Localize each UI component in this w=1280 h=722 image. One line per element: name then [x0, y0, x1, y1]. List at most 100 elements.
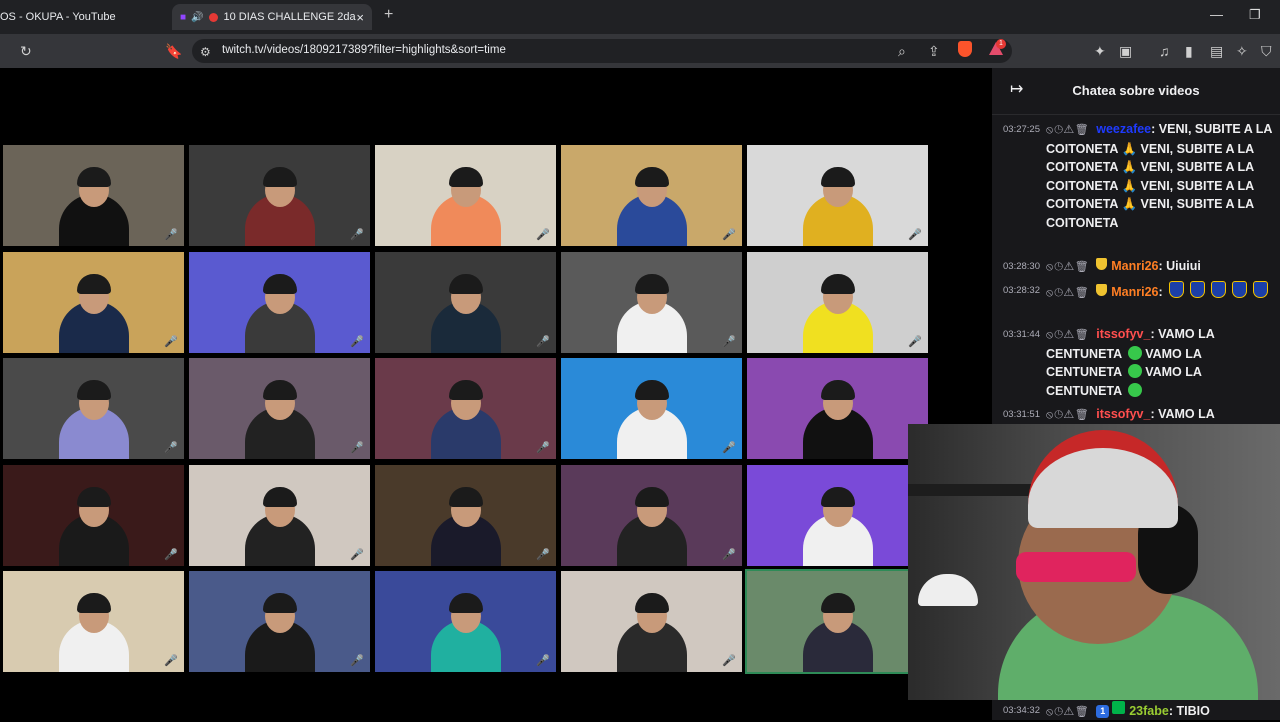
brave-shields-icon[interactable] [958, 41, 972, 57]
tab-twitch-active[interactable]: ■ 🔊 10 DIAS CHALLENGE 2da × [172, 4, 372, 30]
screenshot-icon[interactable]: ▣ [1119, 42, 1132, 60]
url-text: twitch.tv/videos/1809217389?filter=highl… [222, 44, 506, 56]
boca-emote-icon [1253, 281, 1269, 298]
recording-dot-icon [208, 12, 218, 22]
participant-video-tile: 🎤 [189, 251, 370, 353]
participant-video-tile: 🎤 [375, 145, 556, 246]
mod-actions-icon[interactable]: ⦸◷⚠🗑 [1046, 261, 1090, 273]
speaker-icon[interactable]: 🔊 [191, 12, 203, 23]
participant-video-tile: 🎤 [3, 358, 184, 459]
media-icon[interactable]: ♫ [1159, 42, 1170, 60]
extensions-icon[interactable]: ✦ [1094, 42, 1106, 60]
mic-muted-icon: 🎤 [722, 442, 736, 454]
participant-video-tile: 🎤 [747, 251, 928, 353]
mic-muted-icon: 🎤 [908, 229, 922, 241]
participant-video-tile: 🎤 [375, 571, 556, 672]
participant-video-tile: 🎤 [561, 145, 742, 246]
message-timestamp: 03:28:32 [1003, 285, 1040, 296]
mod-actions-icon[interactable]: ⦸◷⚠🗑 [1046, 706, 1090, 718]
participant-video-tile: 🎤 [375, 251, 556, 353]
boca-emote-icon [1211, 281, 1227, 298]
chat-username[interactable]: Manri26 [1111, 285, 1158, 299]
shield-badge-icon [1096, 284, 1108, 296]
prime-badge-icon [1112, 701, 1126, 714]
mic-muted-icon: 🎤 [536, 548, 550, 561]
rewards-badge: 1 [996, 39, 1006, 49]
mic-muted-icon: 🎤 [164, 548, 178, 561]
boca-emote-icon [1190, 281, 1206, 298]
browser-toolbar: ↻ 🔖 ⚙ twitch.tv/videos/1809217389?filter… [0, 34, 1280, 68]
bookmark-icon[interactable]: 🔖 [165, 42, 182, 60]
mic-muted-icon: 🎤 [722, 655, 736, 667]
chat-username[interactable]: weezafee [1096, 122, 1151, 136]
participant-video-tile: 🎤 [189, 571, 370, 672]
chat-header: ↦ Chatea sobre videos [992, 68, 1280, 115]
participant-video-tile: 🎤 [3, 571, 184, 672]
mic-muted-icon: 🎤 [536, 655, 550, 667]
reload-icon[interactable]: ↻ [20, 42, 32, 60]
mic-muted-icon: 🎤 [350, 548, 364, 561]
leo-icon[interactable]: ✧ [1236, 42, 1248, 60]
participant-video-tile: 🎤 [745, 569, 930, 674]
mod-actions-icon[interactable]: ⦸◷⚠🗑 [1046, 287, 1090, 299]
chat-title: Chatea sobre videos [1072, 83, 1200, 98]
minimize-icon[interactable]: — [1210, 7, 1223, 22]
participant-video-tile: 🎤 [561, 464, 742, 566]
streamer-webcam [908, 424, 1280, 700]
participant-video-tile: 🎤 [375, 464, 556, 566]
message-text: : TIBIO [1168, 704, 1210, 718]
message-text: : VAMO LA [1150, 407, 1215, 421]
sidebar-icon[interactable]: ▮ [1185, 42, 1193, 60]
mic-muted-icon: 🎤 [722, 335, 736, 348]
new-tab-button[interactable]: + [384, 6, 393, 24]
close-tab-icon[interactable]: × [356, 10, 364, 25]
chat-message-bottom: 03:34:32 ⦸◷⚠🗑 1 23fabe: TIBIO [992, 700, 1280, 720]
share-icon[interactable]: ⇪ [928, 42, 940, 60]
green-emote-icon [1128, 382, 1143, 397]
mic-muted-icon: 🎤 [722, 548, 736, 561]
mic-muted-icon: 🎤 [164, 335, 178, 348]
mic-muted-icon: 🎤 [722, 229, 736, 241]
subscriber-badge-icon: 1 [1096, 705, 1110, 718]
chat-username[interactable]: 23fabe [1129, 704, 1169, 718]
participant-video-tile: 🎤 [561, 251, 742, 353]
message-text: : [1158, 285, 1163, 299]
message-timestamp: 03:28:30 [1003, 261, 1040, 272]
wallet-icon[interactable]: ▤ [1210, 42, 1223, 60]
site-settings-icon[interactable]: ⚙ [200, 43, 211, 61]
green-emote-icon [1128, 345, 1143, 360]
participant-video-tile: 🎤 [561, 358, 742, 459]
message-text: : Uiuiui [1158, 259, 1201, 273]
participant-video-tile: 🎤 [3, 145, 184, 246]
message-text: : VENI, SUBITE A LA COITONETA 🙏 VENI, SU… [1046, 122, 1272, 230]
chat-username[interactable]: Manri26 [1111, 259, 1158, 273]
chat-username[interactable]: itssofyv_ [1096, 327, 1150, 341]
chat-username[interactable]: itssofyv_ [1096, 407, 1150, 421]
mod-actions-icon[interactable]: ⦸◷⚠🗑 [1046, 124, 1090, 136]
mic-muted-icon: 🎤 [164, 442, 178, 454]
mod-actions-icon[interactable]: ⦸◷⚠🗑 [1046, 329, 1090, 341]
participant-video-tile: 🎤 [189, 145, 370, 246]
tab-twitch-title: 10 DIAS CHALLENGE 2da [223, 11, 356, 23]
participant-video-tile: 🎤 [561, 571, 742, 672]
boca-emote-icon [1232, 281, 1248, 298]
restore-icon[interactable]: ❐ [1249, 7, 1261, 23]
mic-muted-icon: 🎤 [536, 229, 550, 241]
mod-actions-icon[interactable]: ⦸◷⚠🗑 [1046, 409, 1090, 421]
mic-muted-icon: 🎤 [164, 655, 178, 667]
zoom-icon[interactable]: ⌕ [898, 42, 906, 60]
vpn-icon[interactable]: ⛉ [1261, 42, 1272, 60]
tab-youtube-title: OS - OKUPA - YouTube [0, 11, 116, 23]
participant-video-tile: 🎤 [747, 358, 928, 459]
mic-muted-icon: 🎤 [350, 229, 364, 241]
mic-muted-icon: 🎤 [536, 442, 550, 454]
browser-tab-strip: OS - OKUPA - YouTube ■ 🔊 10 DIAS CHALLEN… [0, 0, 1280, 34]
tab-youtube[interactable]: OS - OKUPA - YouTube [0, 4, 165, 30]
video-player[interactable]: 🎤🎤🎤🎤🎤🎤🎤🎤🎤🎤🎤🎤🎤🎤🎤🎤🎤🎤🎤🎤🎤🎤🎤🎤🎤 [0, 68, 992, 720]
green-emote-icon [1128, 364, 1143, 378]
twitch-icon: ■ [180, 11, 187, 23]
address-bar[interactable]: ⚙ twitch.tv/videos/1809217389?filter=hig… [192, 39, 1012, 63]
message-timestamp: 03:27:25 [1003, 124, 1040, 135]
participant-video-tile: 🎤 [3, 251, 184, 353]
message-timestamp: 03:31:44 [1003, 329, 1040, 340]
